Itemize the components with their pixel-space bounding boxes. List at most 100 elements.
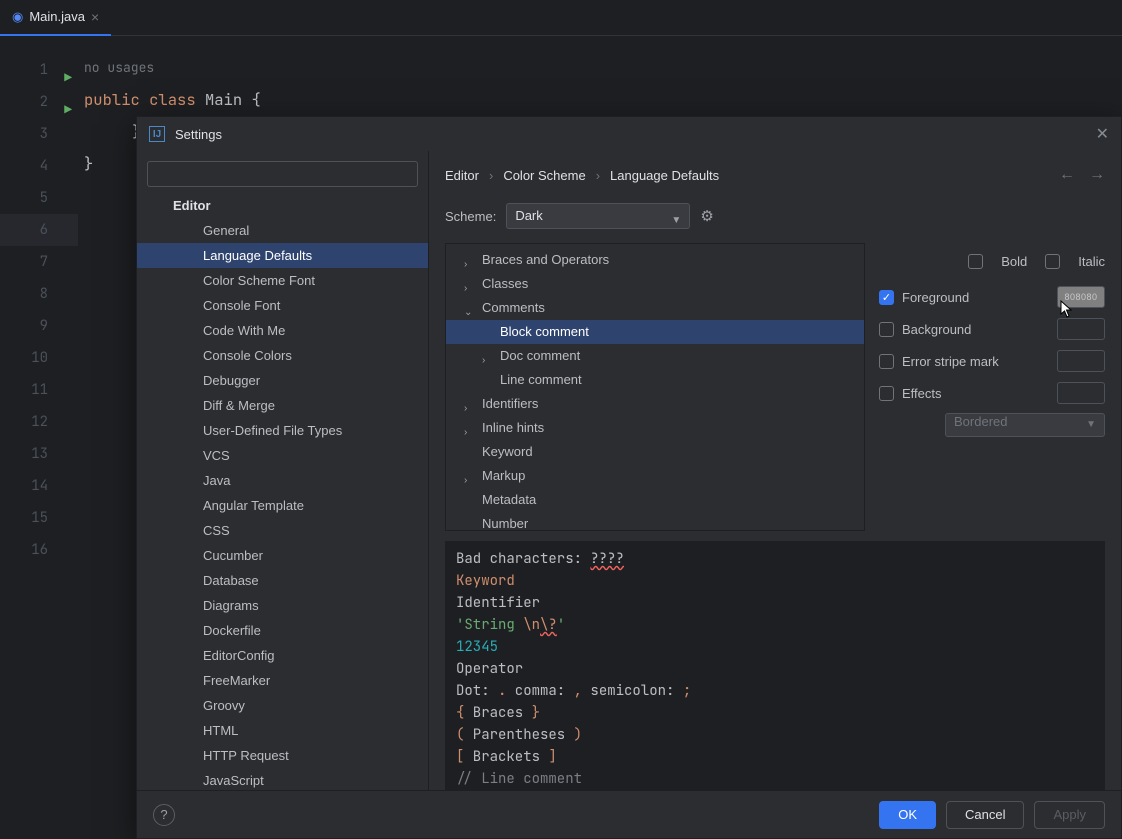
background-swatch[interactable] — [1057, 318, 1105, 340]
nav-forward-icon[interactable]: → — [1089, 166, 1105, 184]
effects-type-select[interactable]: Bordered ▼ — [945, 413, 1105, 437]
gutter-line: 5 — [0, 182, 78, 214]
scheme-gear-icon[interactable]: ⚙ — [700, 207, 713, 225]
help-button[interactable]: ? — [153, 804, 175, 826]
ld-item-label: Comments — [482, 300, 545, 315]
gutter-line: 1▶ — [0, 54, 78, 86]
ld-tree-item[interactable]: ›Braces and Operators — [446, 248, 864, 272]
ld-tree-item[interactable]: ⌄Comments — [446, 296, 864, 320]
ld-item-label: Number — [482, 516, 528, 531]
scheme-value: Dark — [515, 208, 542, 223]
breadcrumb-item[interactable]: Editor — [445, 168, 479, 183]
bold-checkbox[interactable] — [968, 254, 983, 269]
sidebar-item[interactable]: CSS — [137, 518, 428, 543]
sidebar-item[interactable]: User-Defined File Types — [137, 418, 428, 443]
ld-item-label: Classes — [482, 276, 528, 291]
sidebar-item[interactable]: Dockerfile — [137, 618, 428, 643]
ok-button[interactable]: OK — [879, 801, 936, 829]
gutter-line: 2▶ — [0, 86, 78, 118]
ld-item-label: Keyword — [482, 444, 533, 459]
sidebar-item[interactable]: EditorConfig — [137, 643, 428, 668]
brace: } — [84, 153, 93, 174]
gutter-line: 16 — [0, 534, 78, 566]
brace: { — [251, 89, 260, 110]
errorstripe-checkbox[interactable] — [879, 354, 894, 369]
errorstripe-label: Error stripe mark — [902, 354, 1022, 369]
foreground-swatch[interactable]: 808080 — [1057, 286, 1105, 308]
ld-tree-item[interactable]: ›Classes — [446, 272, 864, 296]
sidebar-item[interactable]: Language Defaults — [137, 243, 428, 268]
ld-tree-item[interactable]: Number — [446, 512, 864, 531]
ld-tree-item[interactable]: ›Inline hints — [446, 416, 864, 440]
settings-dialog: IJ Settings ✕ ⌕ Editor GeneralLanguage D… — [136, 116, 1122, 839]
italic-checkbox[interactable] — [1045, 254, 1060, 269]
tab-bar: ◉ Main.java × — [0, 0, 1122, 36]
gutter-line: 6 — [0, 214, 78, 246]
sidebar-item[interactable]: Java — [137, 468, 428, 493]
tab-filename: Main.java — [29, 9, 85, 24]
errorstripe-swatch[interactable] — [1057, 350, 1105, 372]
search-input-wrap: ⌕ — [147, 161, 418, 187]
ld-item-label: Metadata — [482, 492, 536, 507]
sidebar-item[interactable]: Diff & Merge — [137, 393, 428, 418]
gutter-line: 10 — [0, 342, 78, 374]
class-name: Main — [205, 89, 242, 110]
ld-tree-item[interactable]: Line comment — [446, 368, 864, 392]
ld-item-label: Braces and Operators — [482, 252, 609, 267]
java-class-icon: ◉ — [12, 9, 23, 25]
ld-tree-item[interactable]: ›Markup — [446, 464, 864, 488]
sidebar-item[interactable]: Angular Template — [137, 493, 428, 518]
intellij-icon: IJ — [149, 126, 165, 142]
sidebar-item[interactable]: JavaScript — [137, 768, 428, 790]
breadcrumb-sep: › — [489, 168, 493, 183]
sidebar-item[interactable]: VCS — [137, 443, 428, 468]
ld-tree-item[interactable]: ›Doc comment — [446, 344, 864, 368]
sidebar-item[interactable]: Console Colors — [137, 343, 428, 368]
keyword: public — [84, 89, 140, 110]
dialog-close-button[interactable]: ✕ — [1096, 124, 1109, 144]
dialog-title: Settings — [175, 127, 222, 142]
nav-back-icon[interactable]: ← — [1059, 166, 1075, 184]
gutter-line: 8 — [0, 278, 78, 310]
ld-item-label: Line comment — [500, 372, 582, 387]
ld-item-label: Markup — [482, 468, 525, 483]
settings-tree[interactable]: Editor GeneralLanguage DefaultsColor Sch… — [137, 193, 428, 790]
scheme-select[interactable]: Dark ▼ — [506, 203, 690, 229]
close-tab-icon[interactable]: × — [91, 9, 99, 25]
sidebar-item[interactable]: Debugger — [137, 368, 428, 393]
sidebar-item[interactable]: FreeMarker — [137, 668, 428, 693]
gutter-line: 13 — [0, 438, 78, 470]
ld-tree-item[interactable]: ›Identifiers — [446, 392, 864, 416]
sidebar-item[interactable]: General — [137, 218, 428, 243]
foreground-checkbox[interactable]: ✓ — [879, 290, 894, 305]
gutter: 1▶ 2▶ 3 4 5 6 7 8 9 10 11 12 13 14 15 16 — [0, 36, 78, 839]
sidebar-item[interactable]: Code With Me — [137, 318, 428, 343]
settings-content: Editor › Color Scheme › Language Default… — [429, 151, 1121, 790]
effects-checkbox[interactable] — [879, 386, 894, 401]
dialog-titlebar: IJ Settings ✕ — [137, 117, 1121, 151]
apply-button[interactable]: Apply — [1034, 801, 1105, 829]
ld-tree-item[interactable]: Block comment — [446, 320, 864, 344]
effects-label: Effects — [902, 386, 1012, 401]
sidebar-item[interactable]: Console Font — [137, 293, 428, 318]
settings-search-input[interactable] — [147, 161, 418, 187]
sidebar-item[interactable]: HTTP Request — [137, 743, 428, 768]
gutter-line: 12 — [0, 406, 78, 438]
background-checkbox[interactable] — [879, 322, 894, 337]
tree-header-editor[interactable]: Editor — [137, 193, 428, 218]
sidebar-item[interactable]: Cucumber — [137, 543, 428, 568]
sidebar-item[interactable]: Database — [137, 568, 428, 593]
sidebar-item[interactable]: Groovy — [137, 693, 428, 718]
editor-tab[interactable]: ◉ Main.java × — [0, 0, 111, 36]
sidebar-item[interactable]: Diagrams — [137, 593, 428, 618]
effects-swatch[interactable] — [1057, 382, 1105, 404]
breadcrumb-item[interactable]: Color Scheme — [503, 168, 585, 183]
gutter-line: 14 — [0, 470, 78, 502]
language-defaults-tree[interactable]: ›Braces and Operators›Classes⌄CommentsBl… — [445, 243, 865, 531]
sidebar-item[interactable]: Color Scheme Font — [137, 268, 428, 293]
sidebar-item[interactable]: HTML — [137, 718, 428, 743]
ld-tree-item[interactable]: Keyword — [446, 440, 864, 464]
cancel-button[interactable]: Cancel — [946, 801, 1024, 829]
ld-tree-item[interactable]: Metadata — [446, 488, 864, 512]
breadcrumb-item: Language Defaults — [610, 168, 719, 183]
